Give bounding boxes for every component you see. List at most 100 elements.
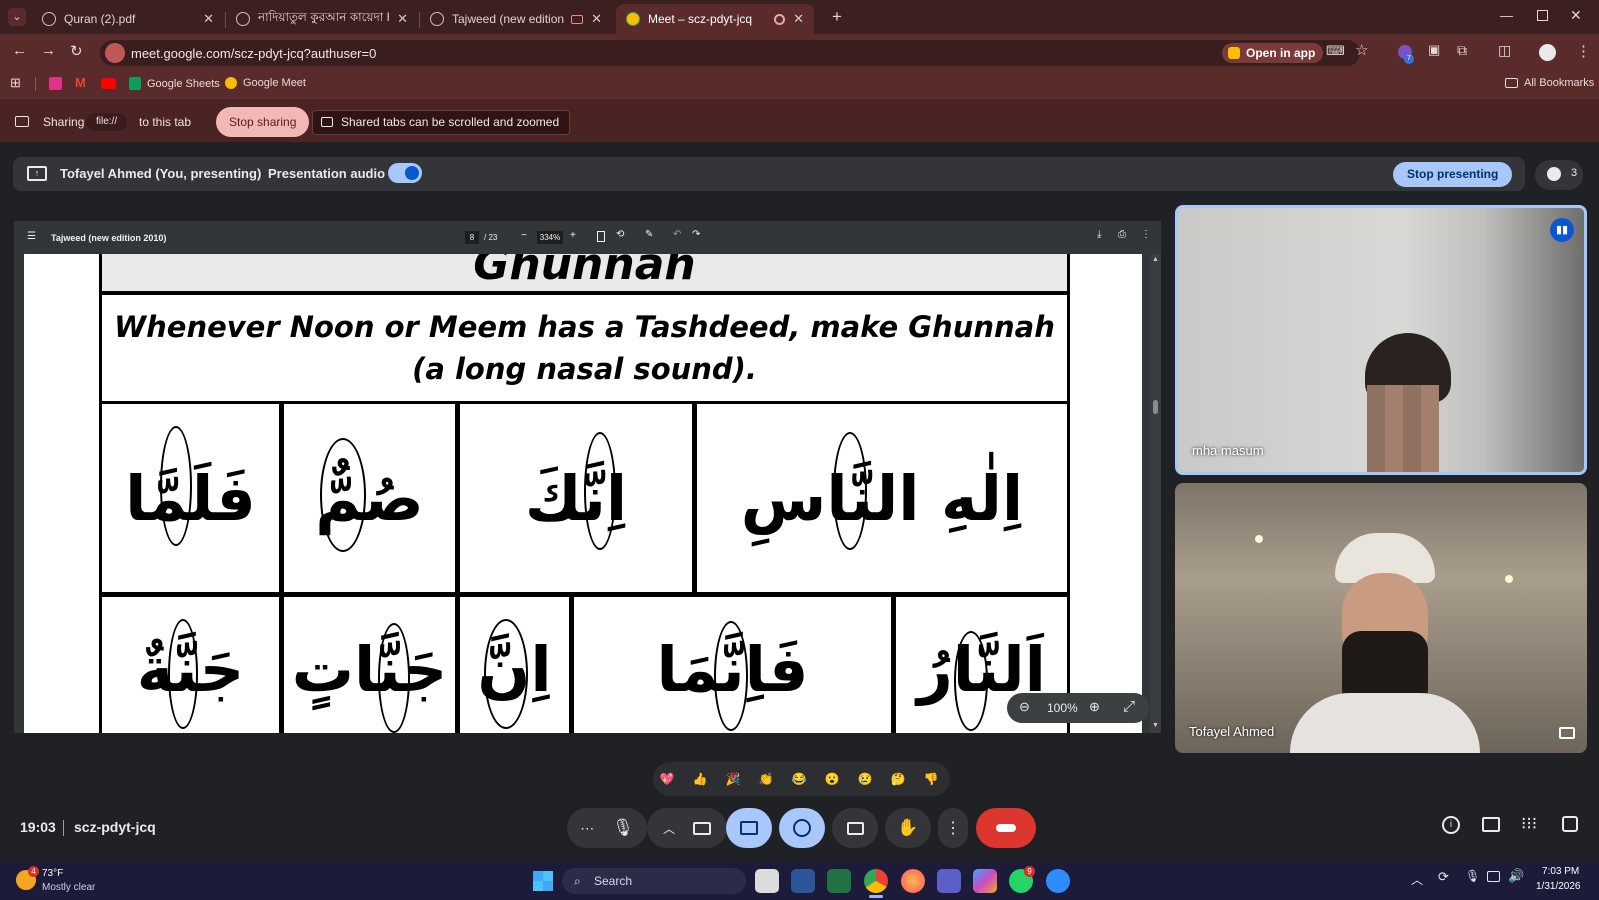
captions-button[interactable] <box>832 808 878 848</box>
stop-presenting-button[interactable]: Stop presenting <box>1393 162 1513 187</box>
translate-icon[interactable]: ⌨ <box>1326 43 1345 59</box>
participant-tile-mha-masum[interactable]: ▮▮ mha masum <box>1175 205 1587 475</box>
tab-quran-pdf[interactable]: Quran (2).pdf ✕ <box>32 4 224 34</box>
pdf-more-icon[interactable]: ⋮ <box>1141 229 1151 240</box>
clock-time[interactable]: 7:03 PM <box>1542 866 1579 877</box>
side-panel-icon[interactable]: ◫ <box>1498 42 1511 59</box>
pdf-rotate-icon[interactable]: ⟲ <box>616 229 624 240</box>
back-icon[interactable]: ← <box>12 42 27 59</box>
tab-tajweed[interactable]: Tajweed (new edition 2010) ✕ <box>420 4 612 34</box>
pdf-redo-icon[interactable]: ↷ <box>692 229 700 240</box>
pdf-zoom-out-icon[interactable]: − <box>521 230 527 241</box>
sync-icon[interactable]: ⟳ <box>1438 869 1449 885</box>
reaction-thumbs-down[interactable]: 👎 <box>920 768 942 790</box>
close-icon[interactable]: ✕ <box>793 11 804 27</box>
stop-sharing-button[interactable]: Stop sharing <box>216 107 310 137</box>
weather-temp: 73°F <box>42 868 64 879</box>
scrollbar-down-arrow[interactable]: ▼ <box>1152 722 1159 729</box>
reload-icon[interactable]: ↻ <box>70 42 83 60</box>
tray-chevron-icon[interactable]: ︿ <box>1411 871 1423 888</box>
reaction-heart[interactable]: 💖 <box>656 768 678 790</box>
pdf-undo-icon[interactable]: ↶ <box>673 229 681 240</box>
bookmark-app-icon[interactable] <box>49 77 62 90</box>
word-icon[interactable] <box>791 869 815 893</box>
pdf-fit-page-icon[interactable] <box>597 231 605 242</box>
extensions-puzzle-icon[interactable]: ⧉ <box>1457 42 1467 59</box>
reaction-thumbs-up[interactable]: 👍 <box>689 768 711 790</box>
pdf-zoom-input[interactable]: 334% <box>537 231 563 244</box>
restore-icon[interactable] <box>1537 10 1548 21</box>
task-view-icon[interactable] <box>755 869 779 893</box>
pdf-annotate-icon[interactable]: ✎ <box>645 229 653 240</box>
pdf-menu-icon[interactable]: ☰ <box>27 231 36 242</box>
pdf-download-icon[interactable]: ⤓ <box>1097 229 1101 240</box>
reaction-laugh[interactable]: 😂 <box>788 768 810 790</box>
participants-button[interactable]: 3 <box>1535 160 1583 190</box>
fullscreen-icon[interactable]: ⤢ <box>1123 698 1135 715</box>
close-icon[interactable]: ✕ <box>397 11 408 27</box>
camera-options-button[interactable]: ︿ <box>647 808 727 848</box>
close-icon[interactable]: ✕ <box>203 11 214 27</box>
pdf-page-input[interactable]: 8 <box>465 231 479 244</box>
zoom-out-icon[interactable]: ⊖ <box>1019 699 1030 715</box>
cast-icon[interactable]: ▣ <box>1428 42 1440 58</box>
window-close-icon[interactable]: ✕ <box>1570 7 1582 24</box>
teams-icon[interactable] <box>937 869 961 893</box>
zoom-in-icon[interactable]: ⊕ <box>1089 699 1100 715</box>
close-icon[interactable]: ✕ <box>591 11 602 27</box>
pdf-print-icon[interactable]: ⎙ <box>1118 229 1126 240</box>
new-tab-button[interactable]: + <box>832 7 842 27</box>
network-icon[interactable] <box>1487 871 1500 882</box>
windows-start-icon[interactable] <box>533 871 553 891</box>
chat-icon[interactable] <box>1482 817 1500 832</box>
raise-hand-button[interactable]: ✋ <box>885 808 931 848</box>
reaction-thinking[interactable]: 🤔 <box>887 768 909 790</box>
tray-mic-icon[interactable]: 🎙 <box>1465 869 1480 883</box>
send-reaction-button[interactable] <box>779 808 825 848</box>
chrome-icon[interactable] <box>864 869 888 893</box>
chrome-menu-icon[interactable]: ⋮ <box>1576 42 1591 60</box>
pdf-scrollbar[interactable]: ▲ ▼ <box>1150 254 1161 733</box>
more-options-button[interactable]: ⋮ <box>938 808 968 848</box>
meeting-details-icon[interactable]: i <box>1442 816 1460 834</box>
copilot-icon[interactable] <box>973 869 997 893</box>
profile-avatar[interactable] <box>1539 44 1556 61</box>
site-info-icon[interactable] <box>105 43 125 63</box>
gmail-icon[interactable]: M <box>75 75 86 90</box>
leave-call-button[interactable] <box>976 808 1036 848</box>
address-text[interactable]: meet.google.com/scz-pdyt-jcq?authuser=0 <box>131 46 376 61</box>
reaction-clap[interactable]: 👏 <box>755 768 777 790</box>
reaction-surprised[interactable]: 😮 <box>821 768 843 790</box>
open-in-app-button[interactable]: Open in app <box>1222 43 1324 63</box>
volume-icon[interactable]: 🔊 <box>1508 868 1524 884</box>
pdf-zoom-in-icon[interactable]: + <box>570 230 576 241</box>
zoom-icon[interactable] <box>1046 869 1070 893</box>
apps-grid-icon[interactable]: ⊞ <box>10 75 21 91</box>
host-controls-icon[interactable] <box>1562 816 1578 832</box>
presentation-audio-toggle[interactable] <box>388 163 422 183</box>
clock-date[interactable]: 1/31/2026 <box>1536 881 1581 892</box>
taskbar-search[interactable]: ⌕ Search <box>562 868 746 894</box>
forward-icon[interactable]: → <box>41 42 56 59</box>
firefox-icon[interactable] <box>901 869 925 893</box>
more-audio-options-button[interactable]: ⋯ 🎙 <box>567 808 647 848</box>
weather-widget[interactable]: 4 73°F Mostly clear <box>14 866 124 898</box>
tab-search-icon[interactable]: ⌄ <box>8 8 26 26</box>
tab-nadiyatul-quran[interactable]: নাদিয়াতুল কুরআন কায়েদা HD.p ✕ <box>226 4 418 34</box>
scrollbar-up-arrow[interactable]: ▲ <box>1152 256 1159 263</box>
participant-tile-tofayel-ahmed[interactable]: Tofayel Ahmed <box>1175 483 1587 753</box>
reaction-party[interactable]: 🎉 <box>722 768 744 790</box>
present-now-button[interactable] <box>726 808 772 848</box>
tab-meet[interactable]: Meet – scz-pdyt-jcq ✕ <box>616 4 814 34</box>
bookmark-google-sheets[interactable]: Google Sheets <box>129 77 220 90</box>
excel-icon[interactable] <box>827 869 851 893</box>
picture-in-picture-icon[interactable] <box>1559 727 1575 739</box>
bookmark-star-icon[interactable]: ☆ <box>1355 41 1368 59</box>
scrollbar-thumb[interactable] <box>1153 400 1158 414</box>
minimize-icon[interactable]: — <box>1500 8 1513 23</box>
reaction-sad[interactable]: 😢 <box>854 768 876 790</box>
youtube-icon[interactable] <box>101 78 116 89</box>
all-bookmarks[interactable]: All Bookmarks <box>1505 77 1594 89</box>
activities-icon[interactable]: ⁝⁝⁝ <box>1521 814 1537 834</box>
bookmark-google-meet[interactable]: Google Meet <box>225 77 306 89</box>
